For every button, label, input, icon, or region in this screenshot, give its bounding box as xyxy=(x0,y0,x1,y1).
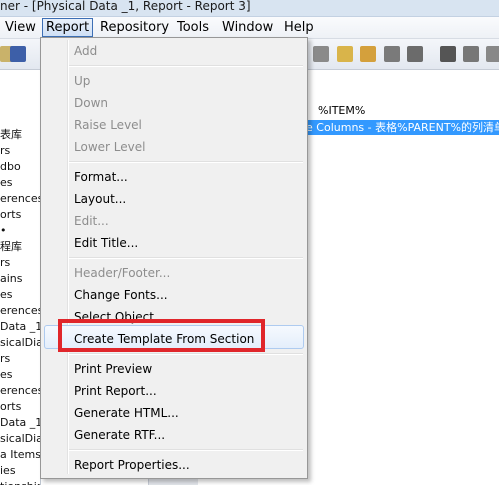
tree-item[interactable]: sicalDiag xyxy=(0,431,40,446)
tree-item[interactable]: erences xyxy=(0,191,40,206)
selected-section[interactable]: ble Columns - 表格%PARENT%的列清单 xyxy=(288,120,499,135)
tree-item[interactable]: • xyxy=(0,223,7,238)
menu-separator xyxy=(69,65,303,67)
report-item-text[interactable]: %ITEM% xyxy=(318,104,365,117)
tree-item[interactable]: es xyxy=(0,367,13,382)
menu-item-edit-title[interactable]: Edit Title... xyxy=(74,233,138,253)
tree-item[interactable]: sicalDiag xyxy=(0,335,40,350)
menu-item-format[interactable]: Format... xyxy=(74,167,128,187)
menu-separator xyxy=(69,257,303,259)
tree-item[interactable]: rs xyxy=(0,143,10,158)
annotation-highlight-box xyxy=(58,319,265,352)
menu-item-down[interactable]: Down xyxy=(74,93,108,113)
tree-item[interactable]: orts xyxy=(0,399,21,414)
tree-item[interactable]: es xyxy=(0,287,13,302)
menu-item-header-footer[interactable]: Header/Footer... xyxy=(74,263,170,283)
tree-item[interactable]: 程库 xyxy=(0,239,22,254)
folder-icon[interactable] xyxy=(360,46,376,62)
tree-item[interactable]: rs xyxy=(0,351,10,366)
tree-item[interactable]: erences xyxy=(0,303,40,318)
tree-item[interactable]: rs xyxy=(0,255,10,270)
tree-item[interactable]: dbo xyxy=(0,159,21,174)
menu-report[interactable]: Report xyxy=(42,18,94,37)
menu-item-layout[interactable]: Layout... xyxy=(74,189,126,209)
report-icon[interactable] xyxy=(313,46,329,62)
report-menu-dropdown: Add Up Down Raise Level Lower Level Form… xyxy=(40,37,308,479)
menu-item-print-preview[interactable]: Print Preview xyxy=(74,359,152,379)
menu-bar: View Report Repository Tools Window Help xyxy=(0,17,499,39)
menu-separator xyxy=(69,449,303,451)
tree-item[interactable]: tionships xyxy=(0,479,40,485)
browser-tree: 表库 rs dbo es erences orts • 程库 rs ains e… xyxy=(0,70,41,485)
menu-item-report-properties[interactable]: Report Properties... xyxy=(74,455,190,475)
menu-item-raise-level[interactable]: Raise Level xyxy=(74,115,142,135)
menu-item-print-report[interactable]: Print Report... xyxy=(74,381,157,401)
menu-view[interactable]: View xyxy=(2,19,39,36)
frame-icon[interactable] xyxy=(407,46,423,62)
menu-item-change-fonts[interactable]: Change Fonts... xyxy=(74,285,168,305)
menu-help[interactable]: Help xyxy=(281,19,317,36)
tree-item[interactable]: 表库 xyxy=(0,127,22,142)
window-title: ner - [Physical Data _1, Report - Report… xyxy=(0,0,251,13)
tree-item[interactable]: Data _1 xyxy=(0,415,40,430)
title-bar: ner - [Physical Data _1, Report - Report… xyxy=(0,0,499,17)
menu-tools[interactable]: Tools xyxy=(174,19,212,36)
menu-item-edit[interactable]: Edit... xyxy=(74,211,109,231)
layer-icon[interactable] xyxy=(440,46,456,62)
image-icon[interactable] xyxy=(384,46,400,62)
tree-item[interactable]: erences xyxy=(0,383,40,398)
menu-item-generate-rtf[interactable]: Generate RTF... xyxy=(74,425,165,445)
save-icon[interactable] xyxy=(10,46,26,62)
menu-separator xyxy=(69,161,303,163)
menu-item-lower-level[interactable]: Lower Level xyxy=(74,137,145,157)
export-icon[interactable] xyxy=(486,46,499,62)
template-icon[interactable] xyxy=(337,46,353,62)
menu-repository[interactable]: Repository xyxy=(97,19,172,36)
menu-item-add[interactable]: Add xyxy=(74,41,97,61)
tree-item[interactable]: es xyxy=(0,175,13,190)
tree-item[interactable]: Data _1 xyxy=(0,319,40,334)
grid-icon[interactable] xyxy=(463,46,479,62)
menu-item-generate-html[interactable]: Generate HTML... xyxy=(74,403,179,423)
tree-item[interactable]: ies xyxy=(0,463,16,478)
tree-item[interactable]: a Items xyxy=(0,447,40,462)
tree-item[interactable]: orts xyxy=(0,207,21,222)
menu-window[interactable]: Window xyxy=(219,19,276,36)
menu-item-up[interactable]: Up xyxy=(74,71,90,91)
menu-separator xyxy=(69,353,303,355)
tree-item[interactable]: ains xyxy=(0,271,23,286)
